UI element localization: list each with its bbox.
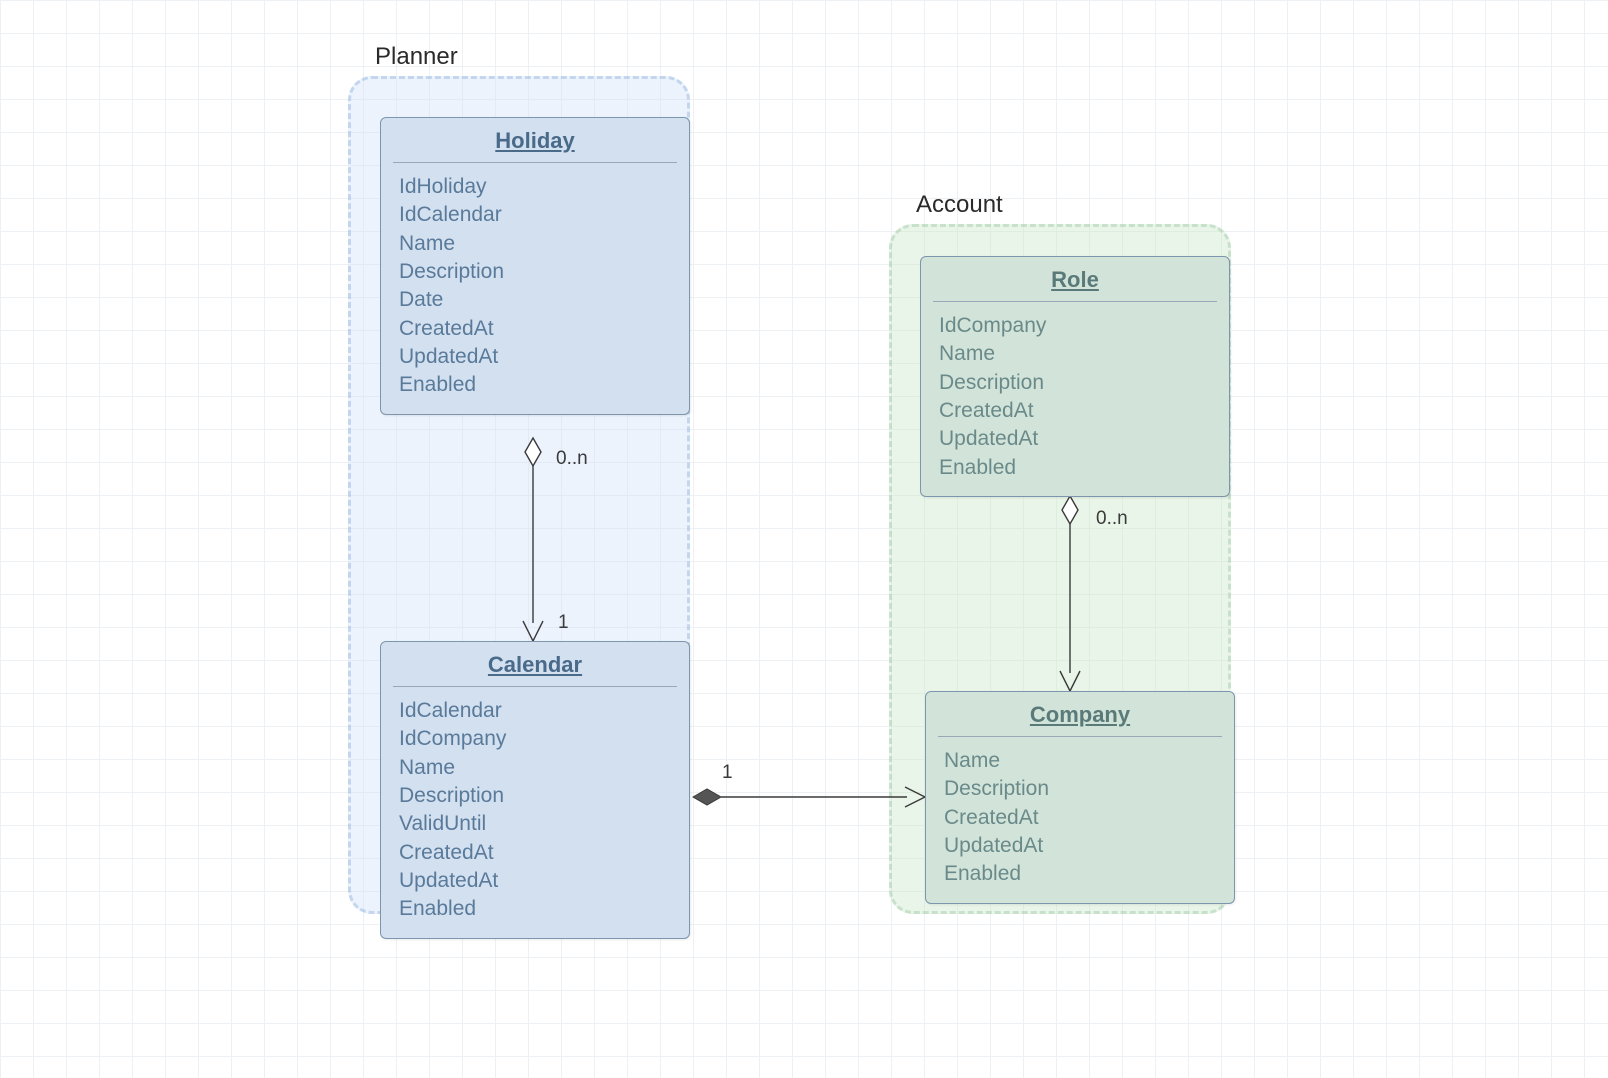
attr: UpdatedAt [399,343,671,371]
attr: IdCompany [939,312,1211,340]
mult-holiday-target: 1 [558,612,569,634]
class-calendar-attrs: IdCalendar IdCompany Name Description Va… [381,689,689,938]
attr: ValidUntil [399,810,671,838]
class-holiday[interactable]: Holiday IdHoliday IdCalendar Name Descri… [380,117,690,415]
mult-calendar-source: 1 [722,762,733,784]
divider [393,686,677,687]
package-account-label: Account [916,191,1003,219]
class-holiday-title: Holiday [381,118,689,162]
attr: Enabled [939,454,1211,482]
class-role[interactable]: Role IdCompany Name Description CreatedA… [920,256,1230,497]
diagram-stage: Planner Account 0..n 1 0..n 1 Holiday [0,0,1608,1078]
attr: CreatedAt [944,804,1216,832]
attr: Description [939,369,1211,397]
attr: UpdatedAt [399,867,671,895]
attr: Name [399,754,671,782]
class-company-attrs: Name Description CreatedAt UpdatedAt Ena… [926,739,1234,903]
attr: IdCalendar [399,697,671,725]
attr: IdHoliday [399,173,671,201]
connector-layer [0,0,1608,1078]
class-role-title: Role [921,257,1229,301]
mult-role-source: 0..n [1096,508,1128,530]
class-calendar-title: Calendar [381,642,689,686]
attr: Enabled [399,371,671,399]
attr: Enabled [944,860,1216,888]
attr: Enabled [399,895,671,923]
class-company-title: Company [926,692,1234,736]
attr: CreatedAt [399,839,671,867]
attr: CreatedAt [939,397,1211,425]
attr: Description [399,258,671,286]
class-company[interactable]: Company Name Description CreatedAt Updat… [925,691,1235,904]
attr: Name [399,230,671,258]
attr: CreatedAt [399,315,671,343]
attr: IdCompany [399,725,671,753]
class-calendar[interactable]: Calendar IdCalendar IdCompany Name Descr… [380,641,690,939]
mult-holiday-source: 0..n [556,448,588,470]
attr: Description [399,782,671,810]
class-holiday-attrs: IdHoliday IdCalendar Name Description Da… [381,165,689,414]
divider [938,736,1222,737]
attr: IdCalendar [399,201,671,229]
attr: UpdatedAt [939,425,1211,453]
divider [393,162,677,163]
attr: UpdatedAt [944,832,1216,860]
attr: Name [944,747,1216,775]
divider [933,301,1217,302]
attr: Date [399,286,671,314]
class-role-attrs: IdCompany Name Description CreatedAt Upd… [921,304,1229,496]
attr: Description [944,775,1216,803]
attr: Name [939,340,1211,368]
package-planner-label: Planner [375,43,458,71]
